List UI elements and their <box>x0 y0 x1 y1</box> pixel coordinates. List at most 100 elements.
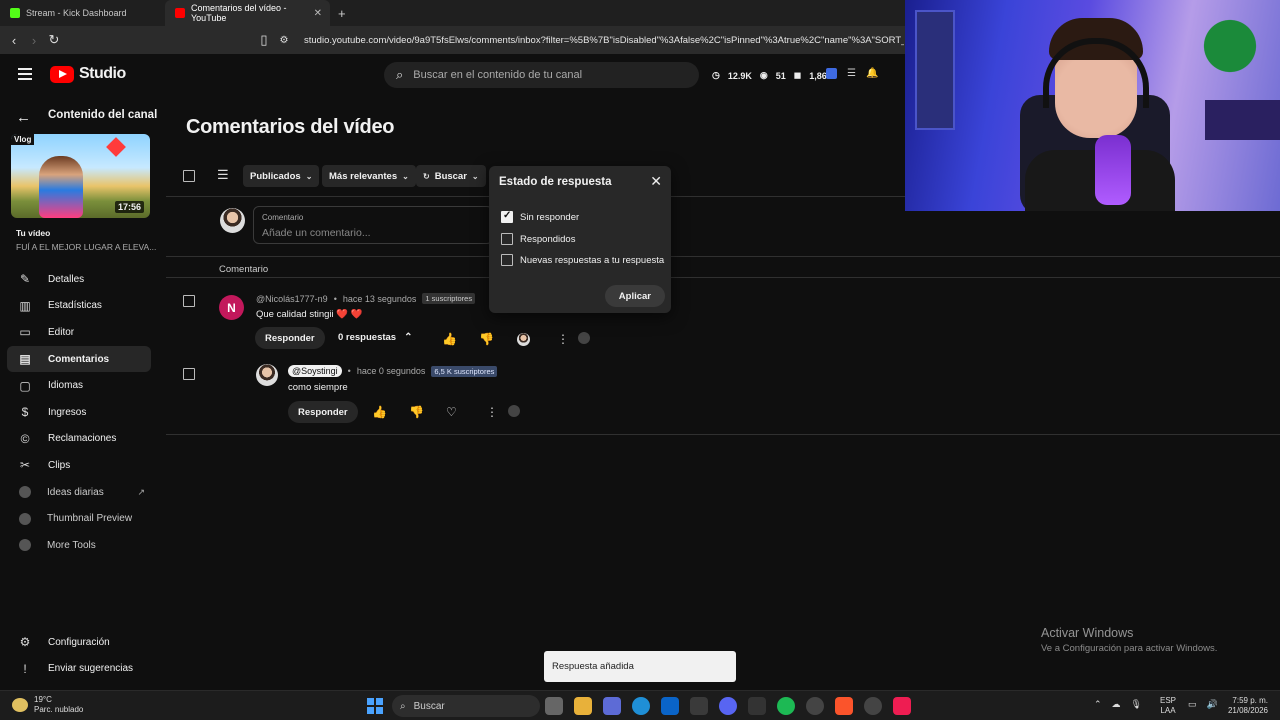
reply-button[interactable]: Responder <box>255 327 325 349</box>
discord-icon[interactable] <box>719 697 737 715</box>
sidebar-item-enviar-sugerencias[interactable]: ! Enviar sugerencias <box>7 656 151 683</box>
tiktok-icon[interactable] <box>893 697 911 715</box>
option-nuevas-respuestas[interactable]: Nuevas respuestas a tu respuesta <box>501 254 664 266</box>
back-arrow-icon[interactable]: ‹ <box>4 33 24 48</box>
sidebar-item-ideas-diarias[interactable]: Ideas diarias ↗ <box>7 479 151 506</box>
task-view-icon[interactable] <box>545 697 563 715</box>
extension-icon[interactable] <box>578 332 590 344</box>
comment-time[interactable]: hace 0 segundos <box>357 366 426 376</box>
chevron-down-icon: ⌄ <box>402 171 409 181</box>
comment-author[interactable]: @Nicolás1777-n9 <box>256 294 328 304</box>
url-field[interactable]: studio.youtube.com/video/9a9T5fsElws/com… <box>304 35 904 46</box>
volume-icon[interactable]: 🔊 <box>1207 699 1218 710</box>
avatar[interactable]: N <box>219 295 244 320</box>
comment-author[interactable]: @Soystingi <box>288 365 342 377</box>
comment-time[interactable]: hace 13 segundos <box>343 294 417 304</box>
filter-chip-mas-relevantes[interactable]: Más relevantes ⌄ <box>322 165 416 187</box>
sidebar-title[interactable]: Contenido del canal <box>48 109 157 121</box>
back-arrow-icon[interactable]: ← <box>16 109 31 126</box>
notification-icon[interactable]: 🔔 <box>866 68 878 79</box>
video-duration: 17:56 <box>114 201 144 213</box>
app-icon[interactable] <box>748 697 766 715</box>
comment-text: Que calidad stingii ❤️ ❤️ <box>256 309 363 320</box>
network-icon[interactable]: ☁ <box>1112 699 1121 710</box>
clock[interactable]: 7:59 p. m. 21/08/2026 <box>1222 696 1268 716</box>
avatar[interactable] <box>256 364 278 386</box>
sidebar-item-label: Ideas diarias <box>47 486 104 498</box>
extension-icon[interactable] <box>508 405 520 417</box>
sidebar-item-idiomas[interactable]: ▢ Idiomas <box>7 372 151 399</box>
like-icon[interactable]: 👍 <box>372 405 387 419</box>
file-explorer-icon[interactable] <box>574 697 592 715</box>
checkbox[interactable] <box>501 254 513 266</box>
sidebar-item-detalles[interactable]: ✎ Detalles <box>7 266 151 293</box>
video-thumbnail[interactable]: Vlog 17:56 <box>11 134 150 218</box>
store-icon[interactable] <box>690 697 708 715</box>
sidebar-item-estadisticas[interactable]: ▥ Estadísticas <box>7 293 151 320</box>
chevron-up-icon[interactable]: ⌃ <box>1094 699 1102 710</box>
weather-widget[interactable]: 19°C Parc. nublado <box>12 695 83 715</box>
edge-icon[interactable] <box>632 697 650 715</box>
creator-heart-avatar[interactable] <box>517 333 530 346</box>
obs-icon[interactable] <box>864 697 882 715</box>
sidebar-item-editor[interactable]: ▭ Editor <box>7 319 151 346</box>
outlook-icon[interactable] <box>661 697 679 715</box>
list-icon[interactable]: ☰ <box>847 68 856 79</box>
add-comment-field[interactable]: Comentario Añade un comentario... <box>253 206 493 244</box>
like-icon[interactable]: 👍 <box>442 332 457 346</box>
comment-checkbox[interactable] <box>183 368 195 380</box>
filter-chip-publicados[interactable]: Publicados ⌄ <box>243 165 320 187</box>
windows-start-icon[interactable] <box>367 698 383 714</box>
display-icon[interactable]: ▭ <box>1188 699 1197 710</box>
studio-logo[interactable]: Studio <box>50 65 126 83</box>
filter-icon[interactable]: ☰ <box>217 167 229 183</box>
brave-icon[interactable] <box>835 697 853 715</box>
checkbox-checked[interactable] <box>501 210 513 223</box>
checkbox[interactable] <box>501 233 513 245</box>
bookmark-icon[interactable]: ▯ <box>254 32 274 48</box>
heart-icon[interactable]: ♡ <box>446 405 457 419</box>
spotify-icon[interactable] <box>777 697 795 715</box>
stat-value: 51 <box>775 70 786 81</box>
sidebar-item-reclamaciones[interactable]: © Reclamaciones <box>7 426 151 453</box>
close-icon[interactable]: ✕ <box>650 173 662 190</box>
logo-text: Studio <box>79 65 126 82</box>
tab-youtube-comments[interactable]: Comentarios del vídeo - YouTube ✕ <box>165 0 330 26</box>
menu-icon[interactable] <box>18 68 32 80</box>
microphone-icon[interactable]: 🎙 <box>1131 699 1142 710</box>
select-all-checkbox[interactable] <box>183 170 195 182</box>
steam-icon[interactable] <box>806 697 824 715</box>
sidebar-item-clips[interactable]: ✂ Clips <box>7 452 151 479</box>
realtime-stats[interactable]: ◷ 12.9K ◉ 51 ◼ 1,867 <box>712 70 832 81</box>
dislike-icon[interactable]: 👎 <box>479 332 494 346</box>
apply-button[interactable]: Aplicar <box>604 285 665 307</box>
divider <box>166 277 1280 278</box>
sidebar-item-configuracion[interactable]: ⚙ Configuración <box>7 629 151 656</box>
option-sin-responder[interactable]: Sin responder <box>501 210 579 223</box>
more-options-icon[interactable]: ⋮ <box>486 405 498 419</box>
dislike-icon[interactable]: 👎 <box>409 405 424 419</box>
forward-arrow-icon[interactable]: › <box>24 33 44 48</box>
sidebar-item-more-tools[interactable]: More Tools <box>7 532 151 559</box>
sidebar-item-thumbnail-preview[interactable]: Thumbnail Preview <box>7 505 151 532</box>
app-icon[interactable] <box>603 697 621 715</box>
close-tab-icon[interactable]: ✕ <box>314 8 322 19</box>
comment-checkbox[interactable] <box>183 295 195 307</box>
header-extension-icons: ☰ 🔔 <box>826 68 878 79</box>
extension-icon <box>19 486 31 499</box>
channel-search[interactable]: ⌕ Buscar en el contenido de tu canal <box>384 62 699 88</box>
language-indicator[interactable]: ESP LAA <box>1160 696 1176 716</box>
option-respondidos[interactable]: Respondidos <box>501 233 575 245</box>
replies-toggle[interactable]: 0 respuestas ⌃ <box>338 332 412 343</box>
tab-kick-dashboard[interactable]: Stream - Kick Dashboard <box>0 0 165 26</box>
filter-chip-buscar[interactable]: ↻ Buscar ⌄ <box>416 165 486 187</box>
reload-icon[interactable]: ↻ <box>44 32 64 48</box>
sidebar-item-comentarios[interactable]: ▤ Comentarios <box>7 345 151 373</box>
more-options-icon[interactable]: ⋮ <box>557 332 569 346</box>
new-tab-button[interactable]: + <box>338 6 346 21</box>
site-info-icon[interactable]: ⚙ <box>274 35 294 46</box>
reply-button[interactable]: Responder <box>288 401 358 423</box>
extension-icon[interactable] <box>826 68 837 79</box>
sidebar-item-ingresos[interactable]: $ Ingresos <box>7 399 151 426</box>
taskbar-search[interactable]: ⌕ Buscar <box>392 695 540 717</box>
